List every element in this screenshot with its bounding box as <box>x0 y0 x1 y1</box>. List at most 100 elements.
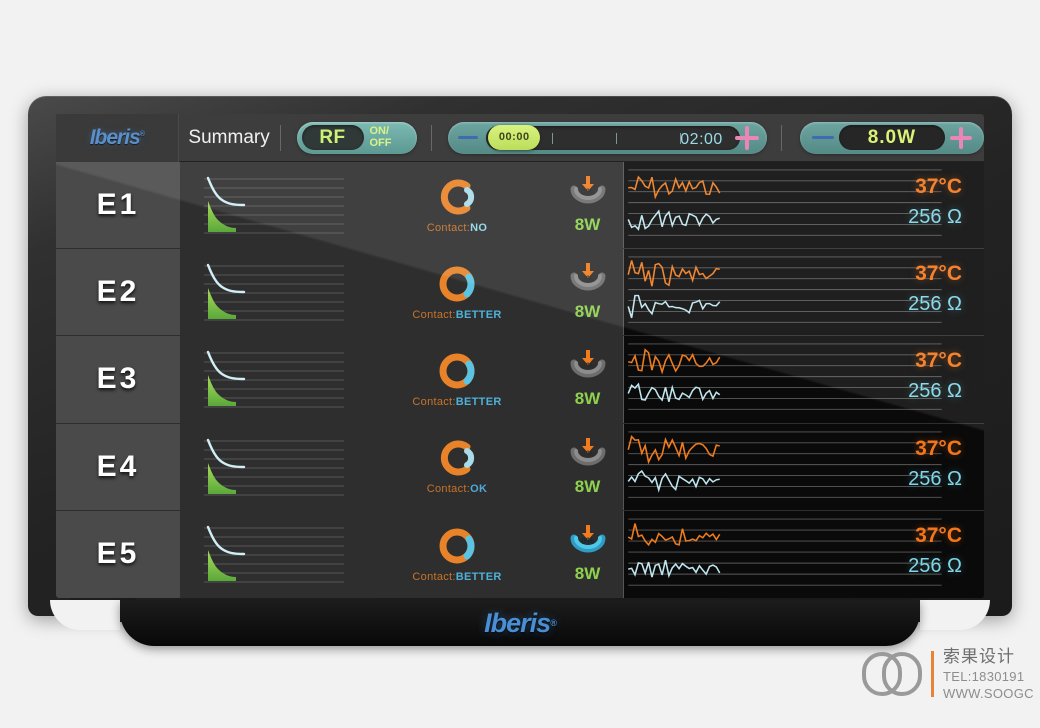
contact-label: Contact:OK <box>427 483 487 495</box>
contact-status-cell[interactable]: Contact:OK <box>362 423 552 510</box>
page-title: Summary <box>188 126 270 148</box>
watermark-logo-icon <box>862 652 922 696</box>
gauge-power-value: 8W <box>574 476 601 496</box>
contact-status-cell[interactable]: Contact:BETTER <box>362 336 552 423</box>
impedance-trace <box>627 295 721 319</box>
electrode-row[interactable]: E2 Contact:BETTER 0% 8W 37°C 256 Ω <box>56 249 984 337</box>
contact-ring-full-icon <box>439 528 475 564</box>
power-gauge: 0% <box>567 175 609 209</box>
contact-label: Contact:NO <box>427 222 487 234</box>
power-gauge-cell[interactable]: 0% 8W <box>552 162 624 249</box>
power-gauge-cell[interactable]: 0% 8W <box>552 336 624 423</box>
waveform-cell[interactable]: 37°C 256 Ω <box>624 249 984 336</box>
rf-label: RF <box>319 126 346 148</box>
contact-label: Contact:BETTER <box>412 309 501 321</box>
electrode-label-cell: E2 <box>56 249 180 336</box>
temperature-readout: 37°C <box>915 262 962 286</box>
contact-status-cell[interactable]: Contact:BETTER <box>362 510 552 598</box>
impedance-chart <box>204 263 344 321</box>
electrode-row[interactable]: E1 Contact:NO 0% 8W 37°C 256 Ω <box>56 162 984 250</box>
impedance-readout: 256 Ω <box>908 293 962 316</box>
contact-state: BETTER <box>455 570 502 583</box>
impedance-trace <box>627 469 720 493</box>
power-gauge: 0% <box>567 349 609 383</box>
impedance-chart <box>204 525 344 583</box>
contact-ring-full-icon <box>439 353 475 389</box>
electrode-label: E5 <box>96 537 140 571</box>
impedance-chart-cell[interactable] <box>180 423 362 510</box>
brand-logo: Iberis® <box>89 125 145 150</box>
registered-trademark-icon: ® <box>139 130 145 138</box>
rf-toggle-inner: RF <box>301 125 364 150</box>
waveform-cell[interactable]: 37°C 256 Ω <box>624 423 984 510</box>
contact-state: OK <box>470 483 488 496</box>
device-chin-shoulder-left <box>50 600 120 630</box>
gauge-percent: 0% <box>580 274 594 285</box>
timer-slider-knob[interactable]: 00:00 <box>488 124 541 150</box>
impedance-readout: 256 Ω <box>908 467 962 490</box>
gauge-power-value: 8W <box>574 302 601 322</box>
top-bar: Iberis® Summary RF ON/ OFF 00:00 02:00 8… <box>56 114 984 162</box>
rf-state-off: OFF <box>369 136 392 149</box>
power-control[interactable]: 8.0W <box>799 121 984 154</box>
power-gauge: 0% <box>567 524 609 558</box>
power-value: 8.0W <box>867 126 917 148</box>
timer-plus-icon[interactable] <box>734 125 759 150</box>
contact-status-cell[interactable]: Contact:NO <box>362 162 552 249</box>
power-plus-icon[interactable] <box>949 126 972 149</box>
rf-state-on: ON/ <box>369 125 390 137</box>
waveform-cell[interactable]: 37°C 256 Ω <box>624 510 984 598</box>
electrode-row[interactable]: E3 Contact:BETTER 0% 8W 37°C 256 Ω <box>56 336 984 424</box>
impedance-readout: 256 Ω <box>908 206 962 228</box>
contact-state: BETTER <box>455 308 502 321</box>
contact-status-cell[interactable]: Contact:BETTER <box>362 249 552 336</box>
power-gauge: 0% <box>567 262 609 296</box>
watermark-text: 索果设计 TEL:1830191 WWW.SOOGC <box>943 646 1034 703</box>
device-chin: Iberis ® <box>120 600 920 646</box>
divider <box>431 124 433 151</box>
electrode-rows: E1 Contact:NO 0% 8W 37°C 256 Ω E2 Contact:BETTE… <box>56 162 984 598</box>
contact-state: NO <box>470 221 488 234</box>
electrode-row[interactable]: E4 Contact:OK 0% 8W 37°C 256 Ω <box>56 423 984 511</box>
power-gauge-cell[interactable]: 0% 8W <box>552 249 624 336</box>
gauge-power-value: 8W <box>574 564 601 584</box>
timer-control[interactable]: 00:00 02:00 <box>448 121 767 154</box>
electrode-row[interactable]: E5 Contact:BETTER 0% 8W 37°C 256 Ω <box>56 510 984 598</box>
brand-cell: Iberis® <box>56 114 179 162</box>
power-gauge: 0% <box>567 437 609 471</box>
temperature-readout: 37°C <box>915 523 962 547</box>
impedance-readout: 256 Ω <box>908 380 962 403</box>
electrode-label-cell: E1 <box>56 162 180 249</box>
rf-toggle-button[interactable]: RF ON/ OFF <box>296 121 418 154</box>
temperature-trace <box>627 260 720 287</box>
temperature-trace <box>628 175 721 200</box>
device-chin-shoulder-right <box>920 600 990 630</box>
impedance-trace <box>627 382 721 403</box>
timer-current-value: 00:00 <box>498 131 530 143</box>
power-minus-icon[interactable] <box>811 136 834 139</box>
impedance-chart-cell[interactable] <box>180 162 362 249</box>
power-gauge-cell[interactable]: 0% 8W <box>552 423 624 510</box>
brand-logo-text: Iberis <box>89 125 141 149</box>
temperature-readout: 37°C <box>915 175 962 198</box>
timer-minus-icon[interactable] <box>458 136 479 139</box>
temperature-trace <box>628 348 721 376</box>
timer-tick <box>616 132 618 144</box>
waveform-cell[interactable]: 37°C 256 Ω <box>624 162 984 249</box>
power-gauge-cell[interactable]: 0% 8W <box>552 510 624 598</box>
contact-ring <box>437 526 477 566</box>
watermark-company: 索果设计 <box>943 646 1015 666</box>
impedance-chart-cell[interactable] <box>180 249 362 336</box>
impedance-chart-cell[interactable] <box>180 336 362 423</box>
rf-state-label: ON/ OFF <box>369 125 392 149</box>
registered-trademark-icon: ® <box>550 618 557 628</box>
impedance-chart <box>204 438 344 496</box>
electrode-label: E1 <box>96 188 140 222</box>
waveform-cell[interactable]: 37°C 256 Ω <box>624 336 984 423</box>
contact-label: Contact:BETTER <box>412 571 501 583</box>
contact-prefix: Contact: <box>412 570 456 583</box>
contact-prefix: Contact: <box>426 221 471 234</box>
divider <box>279 124 281 151</box>
electrode-label-cell: E4 <box>56 423 180 510</box>
impedance-chart-cell[interactable] <box>180 510 362 598</box>
